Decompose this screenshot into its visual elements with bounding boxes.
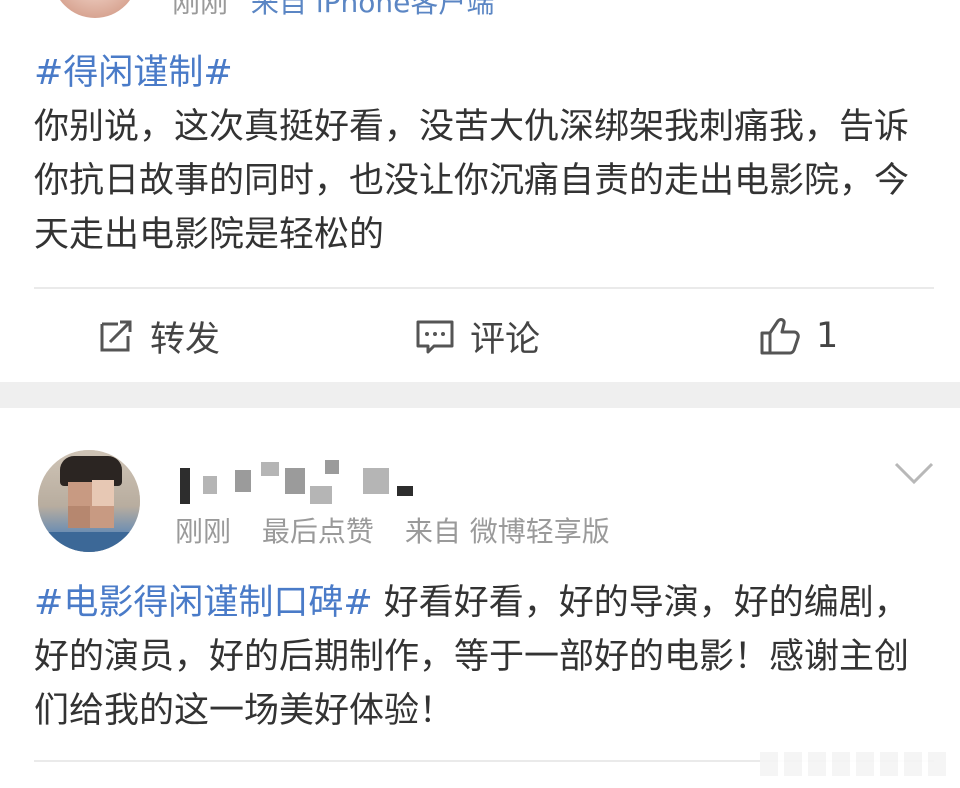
divider <box>34 287 934 289</box>
chevron-down-icon <box>894 462 934 485</box>
post-card-1: 刚刚 来自 iPhone客户端 #得闲谨制# 你别说，这次真挺好看，没苦大仇深绑… <box>0 0 960 382</box>
repost-label: 转发 <box>150 319 221 360</box>
repost-button[interactable]: 转发 <box>96 291 220 381</box>
post-source[interactable]: 来自 微博轻享版 <box>405 515 610 548</box>
post-card-2: 刚刚 最后点赞 来自 微博轻享版 #电影得闲谨制口碑# 好看好看，好的导演，好的… <box>0 408 960 788</box>
topic-link[interactable]: #电影得闲谨制口碑# <box>34 583 373 623</box>
like-count: 1 <box>816 316 839 356</box>
like-icon <box>760 318 800 355</box>
username-blurred[interactable] <box>175 456 415 506</box>
last-liked-label: 最后点赞 <box>261 515 374 548</box>
repost-icon <box>100 320 132 352</box>
post-content: #得闲谨制# 你别说，这次真挺好看，没苦大仇深绑架我刺痛我，告诉你抗日故事的同时… <box>34 46 934 262</box>
comment-button[interactable]: 评论 <box>414 291 540 381</box>
avatar[interactable] <box>38 450 140 552</box>
action-bar: 转发 评论 1 <box>0 291 960 381</box>
post-time: 刚刚 <box>175 515 232 548</box>
like-button[interactable]: 1 <box>758 291 838 381</box>
post-content: #电影得闲谨制口碑# 好看好看，好的导演，好的编剧，好的演员，好的后期制作，等于… <box>34 576 934 738</box>
comment-icon <box>416 320 454 354</box>
post-meta: 刚刚 最后点赞 来自 微博轻享版 <box>175 512 610 552</box>
post-text: 你别说，这次真挺好看，没苦大仇深绑架我刺痛我，告诉你抗日故事的同时，也没让你沉痛… <box>34 107 910 255</box>
more-options-button[interactable] <box>892 458 936 492</box>
post-source[interactable]: 来自 iPhone客户端 <box>251 0 494 19</box>
watermark <box>760 752 950 776</box>
comment-label: 评论 <box>470 319 541 360</box>
post-meta: 刚刚 来自 iPhone客户端 <box>172 0 494 20</box>
topic-link[interactable]: #得闲谨制# <box>34 53 233 93</box>
post-time: 刚刚 <box>172 0 229 19</box>
avatar[interactable] <box>52 0 138 18</box>
feed-separator <box>0 382 960 408</box>
